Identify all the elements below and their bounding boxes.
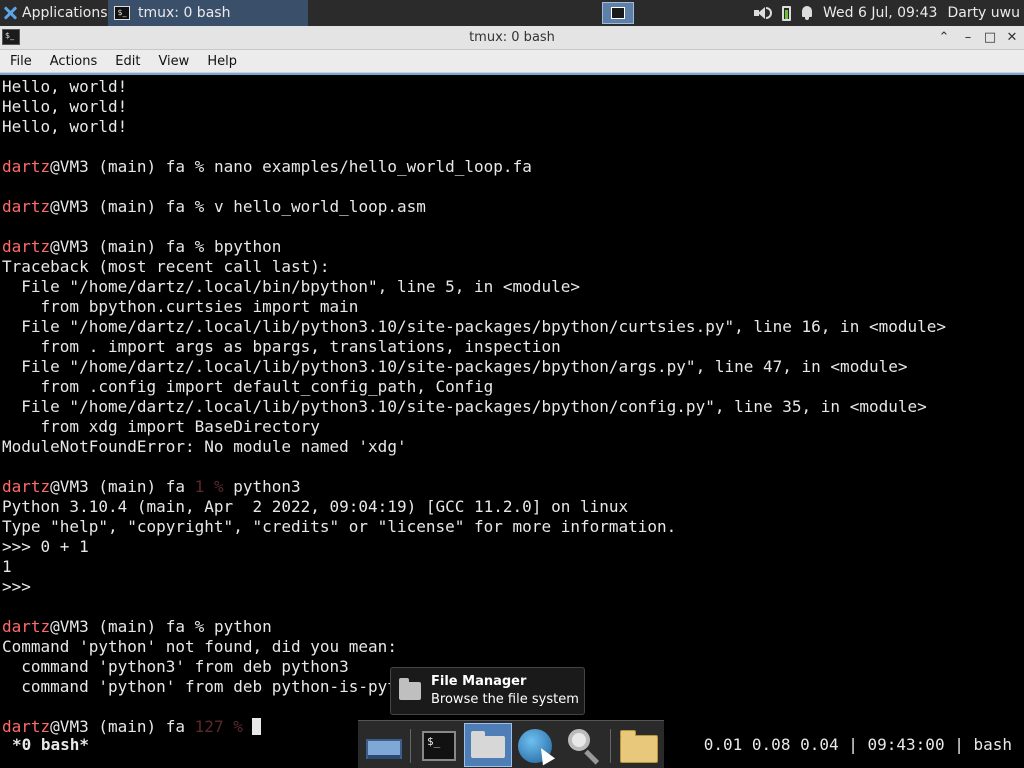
dock: $_ [358, 720, 664, 768]
battery-icon[interactable] [781, 5, 791, 21]
terminal-line: Hello, world! [2, 117, 128, 136]
applications-label: Applications [22, 5, 108, 21]
menubar: File Actions Edit View Help [0, 50, 1024, 73]
clock[interactable]: Wed 6 Jul, 09:43 [823, 5, 937, 21]
prompt-user: dartz [2, 157, 51, 176]
applications-menu[interactable]: Applications [0, 0, 108, 26]
web-browser-icon[interactable] [514, 725, 558, 766]
prompt-user: dartz [2, 237, 51, 256]
xfce-logo-icon [2, 5, 18, 21]
terminal-line: Python 3.10.4 (main, Apr 2 2022, 09:04:1… [2, 497, 629, 516]
window-title: tmux: 0 bash [469, 30, 555, 45]
terminal-line: Hello, world! [2, 77, 128, 96]
prompt-host: @VM3 (main) fa [50, 617, 195, 636]
menu-help[interactable]: Help [198, 54, 246, 69]
prompt-exit-code: 1 % [194, 477, 224, 496]
workspace-window-icon [611, 7, 625, 19]
terminal-line: File "/home/dartz/.local/lib/python3.10/… [2, 357, 908, 376]
tmux-window-label[interactable]: *0 bash* [12, 735, 89, 754]
maximize-window-icon[interactable]: □ [980, 28, 1000, 48]
terminal-output[interactable]: Hello, world! Hello, world! Hello, world… [2, 77, 946, 737]
terminal-line: 1 [2, 557, 12, 576]
terminal-line: dartz@VM3 (main) fa % bpython [2, 237, 282, 256]
user-name[interactable]: Darty uwu [947, 5, 1020, 21]
app-finder-icon[interactable] [562, 725, 606, 765]
terminal-line: dartz@VM3 (main) fa % nano examples/hell… [2, 157, 532, 176]
notification-bell-icon[interactable] [801, 6, 813, 20]
close-window-icon[interactable]: ✕ [1002, 28, 1022, 48]
dock-separator [410, 729, 411, 763]
terminal-line: dartz@VM3 (main) fa 1 % python3 [2, 477, 301, 496]
terminal-line: >>> [2, 577, 31, 596]
top-panel: Applications $_ tmux: 0 bash Wed 6 Jul, … [0, 0, 1024, 26]
prompt-host: @VM3 (main) fa [50, 157, 195, 176]
terminal-line: Type "help", "copyright", "credits" or "… [2, 517, 677, 536]
prompt-host: @VM3 (main) fa [50, 237, 195, 256]
menu-edit[interactable]: Edit [106, 54, 149, 69]
terminal-line: dartz@VM3 (main) fa % python [2, 617, 272, 636]
terminal-line: ModuleNotFoundError: No module named 'xd… [2, 437, 407, 456]
minimize-window-icon[interactable]: – [958, 28, 978, 48]
file-folder-icon[interactable] [616, 725, 660, 765]
prompt-user: dartz [2, 197, 51, 216]
taskbar-item-tmux[interactable]: $_ tmux: 0 bash [108, 0, 308, 26]
terminal-line: File "/home/dartz/.local/lib/python3.10/… [2, 317, 947, 336]
terminal-line: command 'python' from deb python-is-pyth… [2, 677, 436, 696]
home-folder-icon[interactable] [464, 723, 512, 767]
menu-file[interactable]: File [0, 54, 41, 69]
show-desktop-icon[interactable] [362, 725, 406, 765]
shade-window-icon[interactable]: ⌃ [934, 28, 954, 48]
terminal-line: command 'python3' from deb python3 [2, 657, 349, 676]
terminal-line: from .config import default_config_path,… [2, 377, 494, 396]
tooltip-file-manager: File Manager Browse the file system [390, 667, 585, 715]
terminal-line: File "/home/dartz/.local/bin/bpython", l… [2, 277, 580, 296]
prompt-host: @VM3 (main) fa [50, 477, 195, 496]
window-titlebar[interactable]: $_ tmux: 0 bash ⌃ – □ ✕ [0, 26, 1024, 50]
file-manager-icon [399, 678, 421, 700]
prompt-host: @VM3 (main) fa [50, 197, 195, 216]
terminal-line: from . import args as bpargs, translatio… [2, 337, 561, 356]
dock-separator [610, 729, 611, 763]
terminal-launcher-icon[interactable]: $_ [418, 725, 462, 765]
tooltip-title: File Manager [431, 674, 527, 689]
terminal-icon: $_ [114, 6, 130, 20]
terminal-area[interactable]: Hello, world! Hello, world! Hello, world… [0, 73, 1024, 768]
terminal-line: from xdg import BaseDirectory [2, 417, 320, 436]
tmux-status-right: 0.01 0.08 0.04 | 09:43:00 | bash [703, 735, 1012, 754]
menu-actions[interactable]: Actions [41, 54, 107, 69]
tooltip-subtitle: Browse the file system [431, 692, 579, 707]
prompt-user: dartz [2, 477, 51, 496]
terminal-line: >>> 0 + 1 [2, 537, 89, 556]
taskbar-item-label: tmux: 0 bash [138, 5, 231, 21]
system-tray: Wed 6 Jul, 09:43 Darty uwu [753, 0, 1024, 26]
terminal-line: File "/home/dartz/.local/lib/python3.10/… [2, 397, 927, 416]
prompt-user: dartz [2, 617, 51, 636]
terminal-line: from bpython.curtsies import main [2, 297, 359, 316]
terminal-line: dartz@VM3 (main) fa % v hello_world_loop… [2, 197, 426, 216]
terminal-line: Hello, world! [2, 97, 128, 116]
workspace-switcher[interactable] [602, 2, 634, 24]
terminal-line: Traceback (most recent call last): [2, 257, 330, 276]
volume-icon[interactable] [753, 6, 772, 20]
terminal-line: Command 'python' not found, did you mean… [2, 637, 397, 656]
menu-view[interactable]: View [149, 54, 198, 69]
